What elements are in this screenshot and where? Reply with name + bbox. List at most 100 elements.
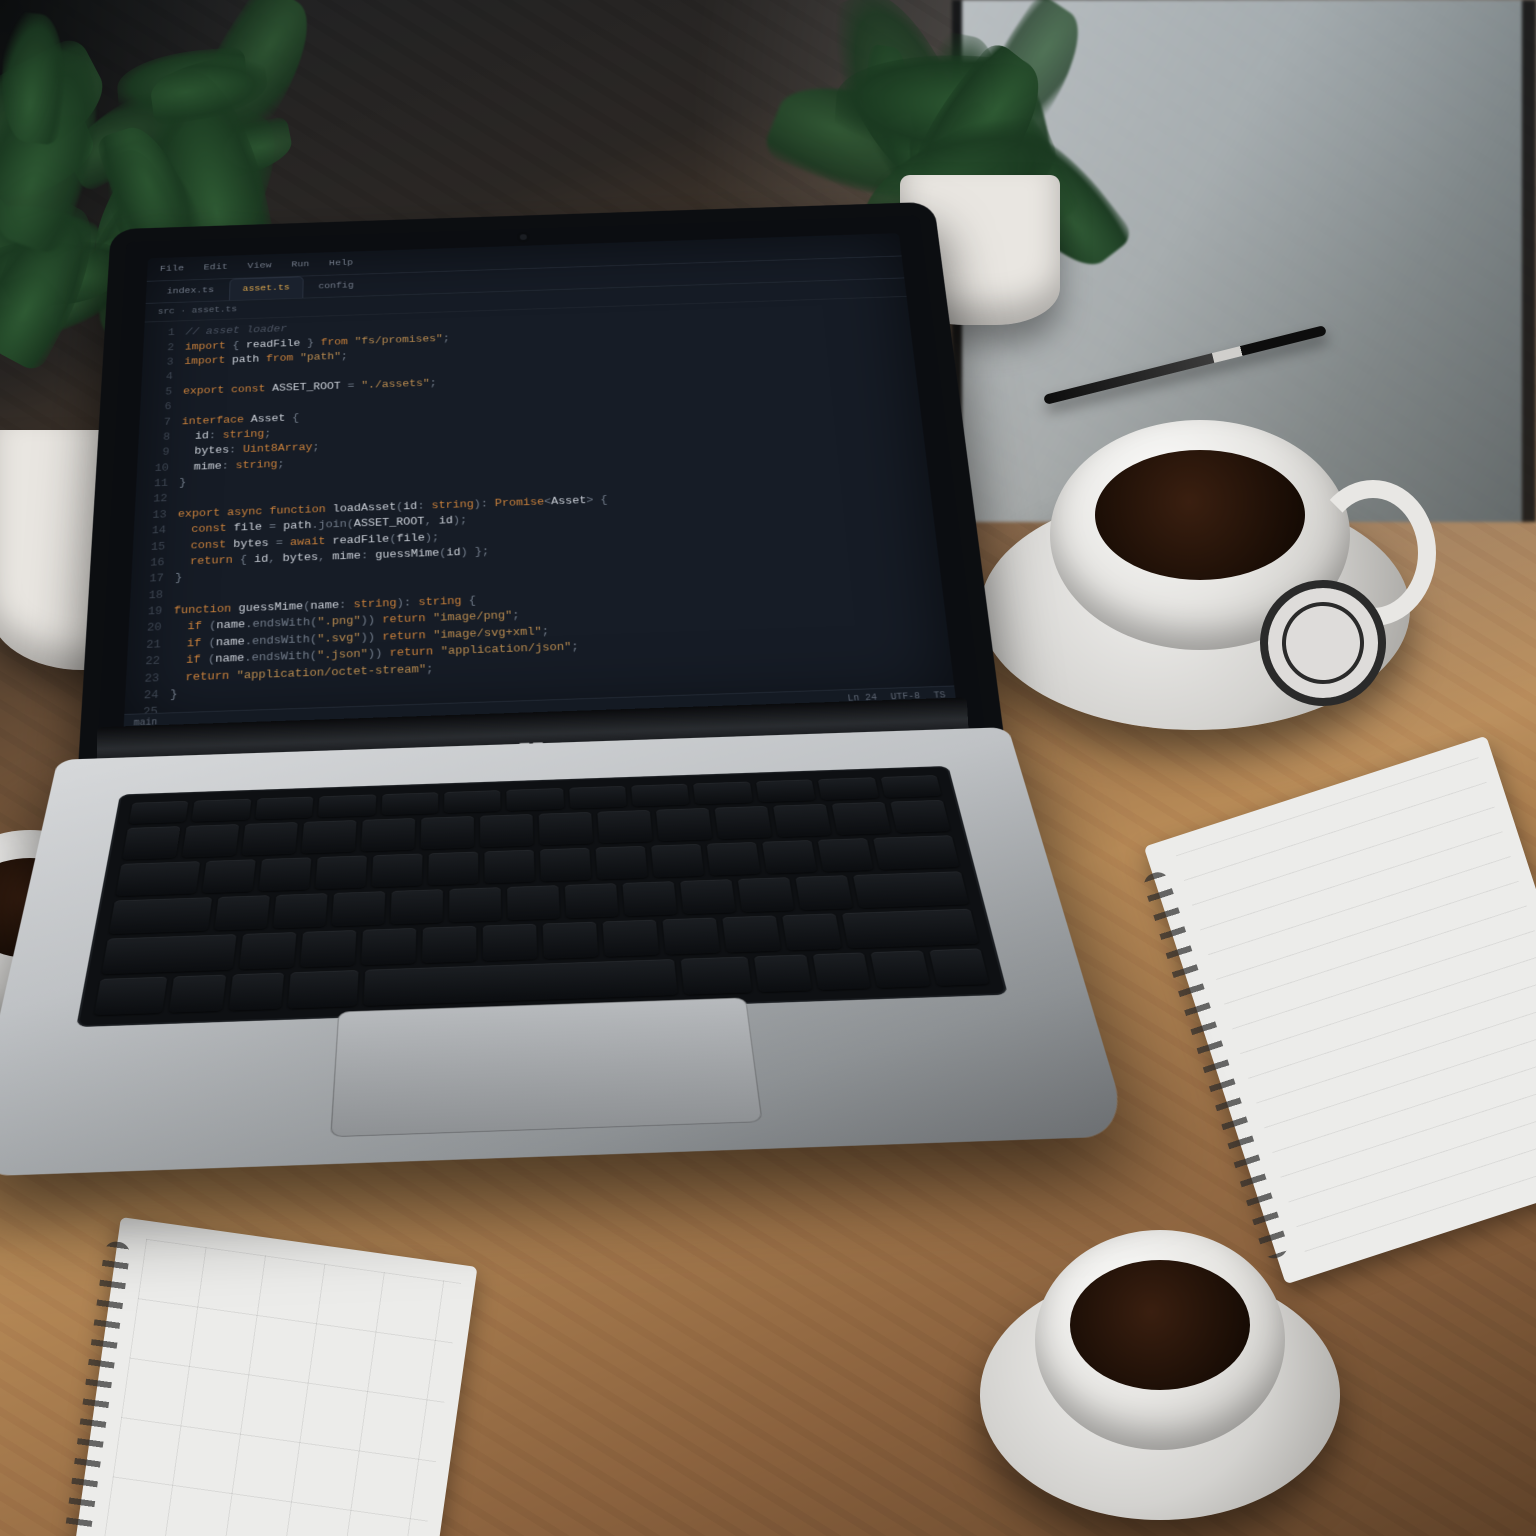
keyboard-key[interactable] [202,859,256,893]
keyboard-key[interactable] [754,954,812,992]
line-number: 10 [137,460,180,477]
keyboard-key[interactable] [102,934,237,974]
keyboard-key[interactable] [273,893,328,929]
laptop-keyboard[interactable] [76,766,1008,1027]
keyboard-key[interactable] [507,788,564,811]
keyboard-key[interactable] [109,897,213,934]
laptop: File Edit View Run Help index.tsasset.tsconf… [50,103,1061,1332]
keyboard-key[interactable] [192,799,251,822]
menu-item[interactable]: Help [329,257,353,270]
keyboard-key[interactable] [597,810,652,843]
keyboard-key[interactable] [315,855,367,889]
keyboard-key[interactable] [301,820,356,853]
keyboard-key[interactable] [722,916,781,953]
keyboard-key[interactable] [890,800,950,833]
keyboard-key[interactable] [449,887,501,922]
menu-item[interactable]: View [247,260,272,273]
keyboard-key[interactable] [842,909,979,948]
keyboard-key[interactable] [756,779,816,802]
keyboard-key[interactable] [595,846,647,880]
keyboard-key[interactable] [239,932,296,969]
keyboard-key[interactable] [421,816,474,849]
keyboard-key[interactable] [929,948,990,986]
menu-item[interactable]: File [160,263,185,276]
menu-item[interactable]: Edit [203,261,228,274]
laptop-screen: File Edit View Run Help index.tsasset.tsconf… [123,233,956,733]
keyboard-key[interactable] [565,883,619,918]
line-number: 24 [125,687,171,706]
keyboard-key[interactable] [706,842,760,876]
keyboard-key[interactable] [507,885,560,920]
keyboard-key[interactable] [259,857,312,891]
code-content: } [175,571,183,587]
keyboard-key[interactable] [543,922,599,959]
keyboard-key[interactable] [818,777,879,800]
keyboard-key[interactable] [361,928,416,965]
keyboard-key[interactable] [361,818,415,851]
keyboard-key[interactable] [483,924,538,961]
menu-item[interactable]: Run [291,259,309,272]
coffee-cup-right [980,420,1420,720]
editor-tab[interactable]: asset.ts [229,276,303,300]
keyboard-key[interactable] [680,879,736,914]
keyboard-key[interactable] [715,806,772,839]
keyboard-key[interactable] [318,794,376,817]
keyboard-key[interactable] [300,930,356,967]
keyboard-key[interactable] [182,824,239,857]
keyboard-key[interactable] [214,895,270,931]
keyboard-key[interactable] [832,802,891,835]
keyboard-key[interactable] [372,853,423,887]
keyboard-key[interactable] [480,814,533,847]
keyboard-key[interactable] [391,889,444,925]
line-number: 5 [141,385,184,401]
keyboard-key[interactable] [94,976,168,1015]
keyboard-key[interactable] [129,801,189,824]
keyboard-key[interactable] [812,952,871,990]
keyboard-key[interactable] [422,926,476,963]
keyboard-key[interactable] [623,881,678,916]
keyboard-key[interactable] [651,844,704,878]
keyboard-key[interactable] [773,804,831,837]
keyboard-key[interactable] [631,784,690,807]
keyboard-key[interactable] [169,974,226,1012]
keyboard-key[interactable] [656,808,712,841]
keyboard-key[interactable] [539,812,593,845]
line-number: 22 [127,653,172,671]
keyboard-key[interactable] [122,826,180,859]
keyboard-key[interactable] [332,891,386,927]
keyboard-key[interactable] [484,849,534,883]
line-number: 11 [136,476,180,493]
keyboard-key[interactable] [693,782,752,805]
laptop-trackpad[interactable] [330,997,762,1137]
keyboard-key[interactable] [363,959,678,1006]
keyboard-key[interactable] [540,847,591,881]
keyboard-key[interactable] [853,871,969,908]
keyboard-key[interactable] [738,877,795,912]
keyboard-key[interactable] [796,875,854,910]
keyboard-key[interactable] [444,790,501,813]
keyboard-key[interactable] [603,920,660,957]
keyboard-key[interactable] [428,851,478,885]
keyboard-key[interactable] [116,861,201,896]
editor-tab[interactable]: index.ts [153,279,228,303]
keyboard-key[interactable] [228,972,284,1010]
editor-code-area[interactable]: 1// asset loader2import { readFile } fro… [124,297,954,714]
line-number: 6 [140,400,183,416]
keyboard-key[interactable] [871,950,931,988]
keyboard-key[interactable] [242,822,298,855]
editor-tab[interactable]: config [305,274,367,297]
keyboard-key[interactable] [681,956,753,995]
keyboard-key[interactable] [255,797,314,820]
workspace-photo: File Edit View Run Help index.tsasset.tsconf… [0,0,1536,1536]
code-editor: File Edit View Run Help index.tsasset.tsconf… [123,233,956,733]
keyboard-key[interactable] [569,786,627,809]
keyboard-key[interactable] [381,792,438,815]
line-number: 7 [139,415,182,432]
keyboard-key[interactable] [288,970,358,1009]
keyboard-key[interactable] [762,840,817,874]
keyboard-key[interactable] [782,914,842,951]
keyboard-key[interactable] [880,775,941,798]
keyboard-key[interactable] [663,918,721,955]
keyboard-key[interactable] [817,838,873,872]
keyboard-key[interactable] [873,835,960,870]
